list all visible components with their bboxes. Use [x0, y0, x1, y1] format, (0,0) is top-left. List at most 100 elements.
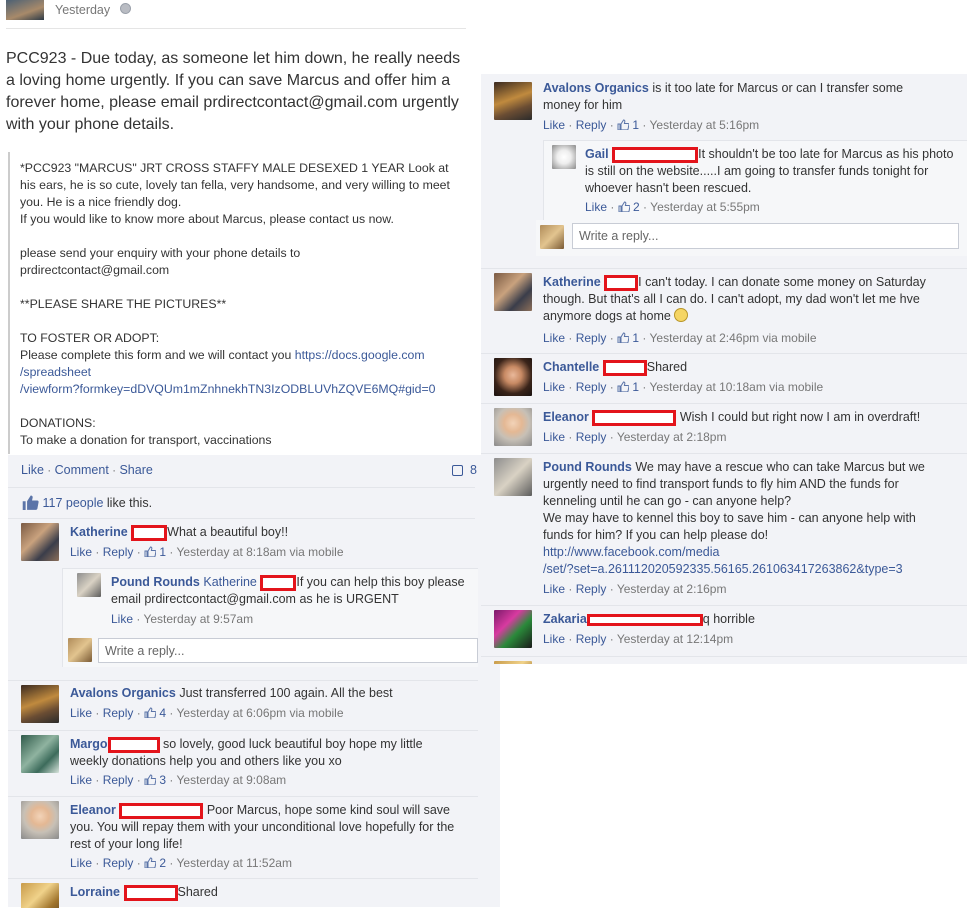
comment-meta: Like · Reply · Yesterday at 2:16pm — [543, 582, 727, 596]
avatar[interactable] — [494, 408, 532, 446]
comment-like-link[interactable]: Like — [70, 545, 92, 559]
commenter-name[interactable]: Eleanor — [70, 803, 116, 817]
likes-count-link[interactable]: 117 people — [42, 496, 103, 510]
comment-like-link[interactable]: Like — [70, 773, 92, 787]
comment-button[interactable]: Comment — [55, 463, 109, 477]
comment-time[interactable]: Yesterday at 5:55pm — [650, 200, 760, 214]
comment-time[interactable]: Yesterday at 2:18pm — [617, 430, 727, 444]
comment-item: Katherine I can't today. I can donate so… — [481, 268, 967, 351]
quote-line — [20, 228, 460, 245]
comment-like-link[interactable]: Like — [111, 612, 133, 626]
comment-like-link[interactable]: Like — [543, 582, 565, 596]
comment-like-link[interactable]: Like — [70, 856, 92, 870]
commenter-name[interactable]: Pound Rounds — [543, 460, 632, 474]
comment-like-link[interactable]: Like — [585, 200, 607, 214]
poster-avatar[interactable] — [6, 0, 44, 20]
comment-reply-link[interactable]: Reply — [103, 856, 134, 870]
comment-time[interactable]: Yesterday at 9:57am — [143, 612, 253, 626]
post-timestamp[interactable]: Yesterday — [55, 3, 110, 17]
commenter-name[interactable]: Avalons Organics — [70, 686, 176, 700]
google-form-link[interactable]: https://docs.google.com — [291, 348, 425, 362]
comment-item-partial — [481, 656, 967, 664]
comment-like-link[interactable]: Like — [70, 706, 92, 720]
comment-like-link[interactable]: Like — [543, 632, 565, 646]
like-button[interactable]: Like — [21, 463, 44, 477]
comment-reply-link[interactable]: Reply — [576, 582, 607, 596]
commenter-name[interactable]: Chantelle — [543, 360, 599, 374]
quoted-content: *PCC923 "MARCUS" JRT CROSS STAFFY MALE D… — [8, 152, 470, 454]
avatar[interactable] — [552, 145, 576, 169]
reply-composer: Write a reply... — [536, 220, 967, 256]
quote-line: TO FOSTER OR ADOPT: — [20, 331, 160, 345]
quote-line: please send your enquiry with your phone… — [20, 246, 301, 260]
avatar[interactable] — [494, 273, 532, 311]
commenter-name[interactable]: Lorraine — [70, 885, 120, 899]
comment-time[interactable]: Yesterday at 2:46pm via mobile — [650, 331, 817, 345]
commenter-name[interactable]: Pound Rounds — [111, 575, 200, 589]
comment-like-link[interactable]: Like — [543, 331, 565, 345]
media-link[interactable]: http://www.facebook.com/media/set/?set=a… — [543, 545, 903, 576]
quote-spacer — [20, 398, 460, 415]
avatar[interactable] — [21, 523, 59, 561]
comment-reply-link[interactable]: Reply — [576, 632, 607, 646]
quote-line: *PCC923 "MARCUS" JRT CROSS STAFFY MALE D… — [20, 161, 450, 209]
comment-meta: Like · 2 · Yesterday at 5:55pm — [585, 200, 760, 214]
thumbs-up-icon — [617, 332, 630, 343]
comment-meta: Like · Reply · 4 · Yesterday at 6:06pm v… — [70, 706, 344, 720]
comment-reply-link[interactable]: Reply — [576, 118, 607, 132]
comment-reply-link[interactable]: Reply — [103, 706, 134, 720]
comment-reply-link[interactable]: Reply — [103, 773, 134, 787]
avatar[interactable] — [21, 685, 59, 723]
reply-input[interactable]: Write a reply... — [98, 638, 478, 663]
right-comments-panel: Avalons Organics is it too late for Marc… — [481, 74, 967, 664]
comment-time[interactable]: Yesterday at 8:18am via mobile — [177, 545, 344, 559]
comment-time[interactable]: Yesterday at 9:08am — [177, 773, 287, 787]
commenter-name[interactable]: Zakaria — [543, 612, 587, 626]
comment-like-link[interactable]: Like — [543, 118, 565, 132]
commenter-name[interactable]: Katherine — [543, 275, 601, 289]
thumbs-up-icon — [144, 546, 157, 557]
avatar[interactable] — [21, 883, 59, 908]
quote-line — [20, 313, 460, 330]
comment-reply-link[interactable]: Reply — [576, 430, 607, 444]
divider — [8, 487, 475, 488]
comment-reply-link[interactable]: Reply — [576, 380, 607, 394]
avatar[interactable] — [494, 358, 532, 396]
comment-meta: Like · Reply · 3 · Yesterday at 9:08am — [70, 773, 287, 787]
share-button[interactable]: Share — [119, 463, 152, 477]
comment-time[interactable]: Yesterday at 12:14pm — [617, 632, 733, 646]
comment-time[interactable]: Yesterday at 10:18am via mobile — [650, 380, 824, 394]
commenter-name[interactable]: Gail — [585, 147, 609, 161]
avatar[interactable] — [21, 801, 59, 839]
redaction-box — [592, 409, 677, 426]
avatar[interactable] — [77, 573, 101, 597]
share-count-icon[interactable] — [452, 465, 463, 476]
commenter-name[interactable]: Margo — [70, 737, 108, 751]
comment-meta: Like · Reply · 2 · Yesterday at 11:52am — [70, 856, 292, 870]
comment-like-link[interactable]: Like — [543, 380, 565, 394]
comment-reply-link[interactable]: Reply — [103, 545, 134, 559]
comment-text: Shared — [177, 885, 218, 899]
share-count[interactable]: 8 — [470, 463, 477, 477]
commenter-name[interactable]: Avalons Organics — [543, 81, 649, 95]
reply-input[interactable]: Write a reply... — [572, 223, 959, 249]
comment-reply-link[interactable]: Reply — [576, 331, 607, 345]
thumbs-up-icon — [618, 201, 630, 212]
commenter-name[interactable]: Katherine — [70, 525, 128, 539]
avatar[interactable] — [494, 82, 532, 120]
comment-meta: Like · Reply · Yesterday at 2:18pm — [543, 430, 727, 444]
avatar[interactable] — [21, 735, 59, 773]
avatar[interactable] — [494, 610, 532, 648]
commenter-name[interactable]: Eleanor — [543, 410, 589, 424]
comment-time[interactable]: Yesterday at 2:16pm — [617, 582, 727, 596]
comment-like-count[interactable]: 2 — [633, 200, 640, 214]
comment-time[interactable]: Yesterday at 6:06pm via mobile — [177, 706, 344, 720]
comment-time[interactable]: Yesterday at 11:52am — [177, 856, 292, 870]
comment-like-link[interactable]: Like — [543, 430, 565, 444]
google-form-link-continued[interactable]: /viewform?formkey=dDVQUm1mZnhnekhTN3IzOD… — [20, 381, 460, 398]
comment-item: Avalons Organics is it too late for Marc… — [481, 74, 967, 136]
google-form-link-continued[interactable]: /spreadsheet — [20, 364, 460, 381]
avatar[interactable] — [494, 458, 532, 496]
comment-time[interactable]: Yesterday at 5:16pm — [650, 118, 760, 132]
mention-link[interactable]: Katherine — [203, 575, 257, 589]
